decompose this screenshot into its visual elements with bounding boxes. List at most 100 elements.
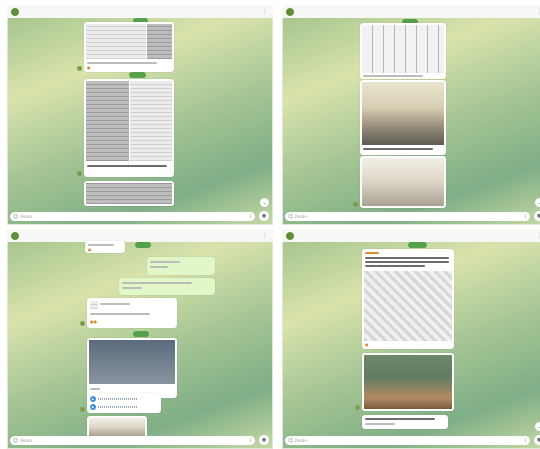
reply-message[interactable]: ●●: [87, 298, 177, 328]
text-message[interactable]: [362, 415, 448, 429]
sender-avatar: [77, 66, 82, 71]
chat-header[interactable]: ⋮: [282, 229, 540, 242]
sender-name: [365, 252, 379, 254]
message-text: [87, 62, 157, 64]
more-icon[interactable]: ⋮: [262, 8, 268, 15]
reaction-emoji: ●: [88, 247, 92, 252]
message-text: [150, 266, 168, 268]
emoji-icon[interactable]: ☺: [288, 214, 293, 220]
document-photo[interactable]: [89, 418, 145, 436]
paperclip-icon[interactable]: ⌇: [250, 214, 252, 220]
document-photo[interactable]: [130, 81, 172, 161]
message-text: [150, 261, 180, 263]
message-input[interactable]: ☺ Pesan ⌇: [10, 436, 255, 445]
sender-avatar: [77, 171, 82, 176]
document-photo[interactable]: [86, 81, 129, 161]
sender-avatar: [353, 202, 358, 207]
message-text: [90, 313, 150, 315]
photo-message[interactable]: [87, 416, 147, 438]
photo-message[interactable]: ●: [362, 249, 454, 349]
paperclip-icon[interactable]: ⌇: [525, 438, 527, 444]
chat-screenshot-3: ⋮ ● ●● ▶ ▶ ☺ Pesan ⌇ ●: [7, 229, 273, 449]
message-placeholder: Pesan: [295, 214, 308, 219]
photo-message[interactable]: [84, 181, 174, 206]
outgoing-message[interactable]: [119, 278, 215, 295]
document-photo[interactable]: [86, 24, 146, 59]
message-text: [87, 165, 167, 167]
voice-player[interactable]: ▶: [90, 404, 138, 410]
chat-avatar[interactable]: [11, 231, 19, 240]
play-icon[interactable]: ▶: [90, 404, 96, 410]
reaction-emoji: ●●: [90, 319, 97, 324]
send-button[interactable]: ●: [534, 435, 540, 445]
send-button[interactable]: ●: [259, 211, 269, 221]
message-text: [122, 287, 142, 289]
message-placeholder: Pesan: [20, 214, 33, 219]
chat-header[interactable]: ⋮: [7, 5, 273, 18]
classroom-photo[interactable]: [362, 82, 444, 145]
emoji-icon[interactable]: ☺: [13, 214, 18, 220]
document-photo[interactable]: [147, 24, 172, 59]
papers-photo[interactable]: [364, 271, 452, 341]
sender-avatar: [355, 405, 360, 410]
scroll-down-button[interactable]: ⌄: [260, 198, 269, 207]
reply-thumbnail[interactable]: [90, 301, 98, 309]
outgoing-message[interactable]: [147, 257, 215, 275]
text-message[interactable]: ●: [85, 241, 125, 253]
scroll-down-button[interactable]: ⌄: [535, 198, 540, 207]
photo-message[interactable]: [84, 79, 174, 177]
photo-message[interactable]: [360, 156, 446, 208]
reaction-emoji: ●: [87, 65, 91, 70]
chart-photo[interactable]: [362, 25, 444, 73]
message-input[interactable]: ☺ Pesan ⌇: [10, 212, 255, 221]
message-placeholder: Pesan: [295, 438, 308, 443]
message-text: [363, 148, 433, 150]
document-photo[interactable]: [89, 340, 175, 384]
photo-message[interactable]: [360, 80, 446, 155]
emoji-icon[interactable]: ☺: [13, 438, 18, 444]
message-input[interactable]: ☺ Pesan ⌇: [285, 212, 530, 221]
photo-message[interactable]: [87, 338, 177, 398]
photo-message[interactable]: ●: [84, 22, 174, 72]
chat-screenshot-4: ⋮ ● ⌄ ☺ Pesan ⌇ ●: [282, 229, 540, 449]
chat-avatar[interactable]: [286, 7, 294, 16]
microphone-icon: ●: [261, 213, 267, 219]
corridor-photo[interactable]: [362, 158, 444, 206]
chat-header[interactable]: ⋮: [282, 5, 540, 18]
message-text: [363, 75, 423, 77]
chat-screenshot-1: ⋮ ● ⌄ ☺ Pesan ⌇ ●: [7, 5, 273, 225]
send-button[interactable]: ●: [259, 435, 269, 445]
chat-avatar[interactable]: [286, 231, 294, 240]
message-placeholder: Pesan: [20, 438, 33, 443]
message-text: [122, 282, 192, 284]
microphone-icon: ●: [261, 437, 267, 443]
classroom-photo[interactable]: [364, 355, 452, 409]
message-text: [365, 423, 395, 425]
reaction-emoji: ●: [365, 342, 369, 347]
date-pill: [129, 72, 147, 78]
voice-player[interactable]: ▶: [90, 396, 138, 402]
chat-screenshot-2: ⋮ ⌄ ☺ Pesan ⌇ ●: [282, 5, 540, 225]
waveform: [98, 398, 138, 400]
message-input[interactable]: ☺ Pesan ⌇: [285, 436, 530, 445]
emoji-icon[interactable]: ☺: [288, 438, 293, 444]
photo-message[interactable]: [362, 353, 454, 411]
paperclip-icon[interactable]: ⌇: [250, 438, 252, 444]
photo-message[interactable]: [360, 23, 446, 79]
sender-avatar: [80, 321, 85, 326]
play-icon[interactable]: ▶: [90, 396, 96, 402]
message-text: [88, 244, 114, 246]
chat-avatar[interactable]: [11, 7, 19, 16]
voice-message[interactable]: ▶ ▶: [87, 393, 161, 413]
more-icon[interactable]: ⋮: [262, 232, 268, 239]
scroll-down-button[interactable]: ⌄: [535, 422, 540, 431]
sender-avatar: [80, 407, 85, 412]
waveform: [98, 406, 138, 408]
send-button[interactable]: ●: [534, 211, 540, 221]
message-text: [365, 418, 435, 420]
message-text: [90, 388, 100, 390]
date-pill: [135, 242, 152, 248]
chat-header[interactable]: ⋮: [7, 229, 273, 242]
paperclip-icon[interactable]: ⌇: [525, 214, 527, 220]
document-photo[interactable]: [86, 183, 172, 204]
